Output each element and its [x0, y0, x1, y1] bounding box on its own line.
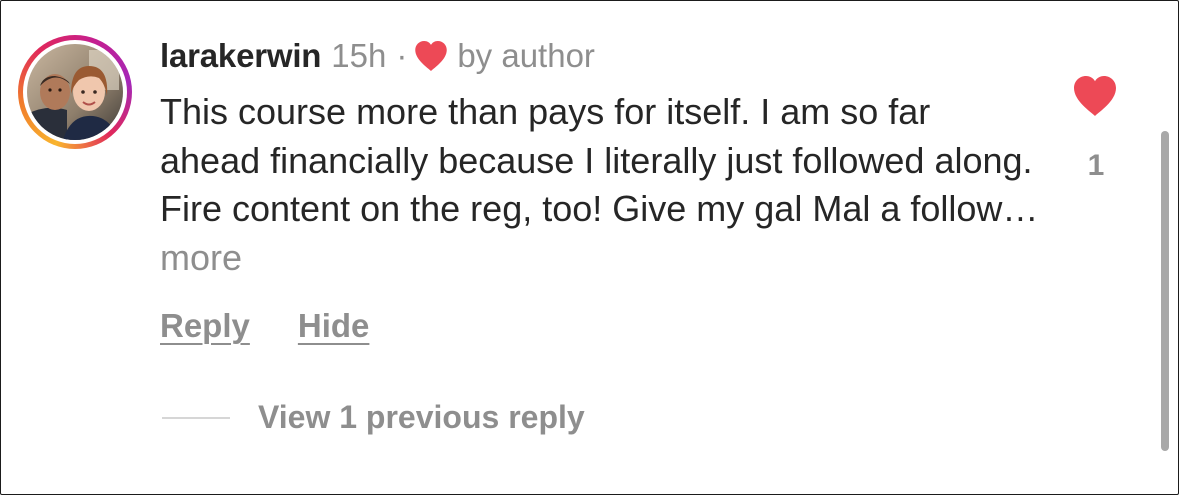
- liked-by-author-label: by author: [457, 37, 595, 74]
- replies-divider-line: [162, 416, 230, 419]
- comment-text: This course more than pays for itself. I…: [160, 91, 1039, 229]
- like-count[interactable]: 1: [1078, 149, 1114, 183]
- comment-meta: larakerwin 15h · by author: [160, 35, 595, 77]
- scrollbar[interactable]: [1161, 131, 1169, 451]
- heart-filled-icon: [413, 40, 449, 72]
- reply-button[interactable]: Reply: [160, 307, 250, 345]
- view-replies-button[interactable]: View 1 previous reply: [162, 399, 585, 436]
- hide-button[interactable]: Hide: [298, 307, 370, 345]
- username[interactable]: larakerwin: [160, 37, 321, 75]
- avatar[interactable]: [27, 44, 123, 140]
- comment-panel: larakerwin 15h · by author This course m…: [0, 0, 1179, 495]
- timestamp: 15h: [331, 37, 387, 74]
- profile-photo: [27, 44, 123, 140]
- story-ring[interactable]: [18, 35, 132, 149]
- heart-filled-icon[interactable]: [1071, 75, 1119, 122]
- comment-body: This course more than pays for itself. I…: [160, 88, 1040, 282]
- view-replies-label: View 1 previous reply: [258, 399, 585, 435]
- more-link[interactable]: more: [160, 237, 242, 278]
- comment-actions: Reply Hide: [160, 307, 369, 345]
- meta-separator: ·: [396, 37, 408, 74]
